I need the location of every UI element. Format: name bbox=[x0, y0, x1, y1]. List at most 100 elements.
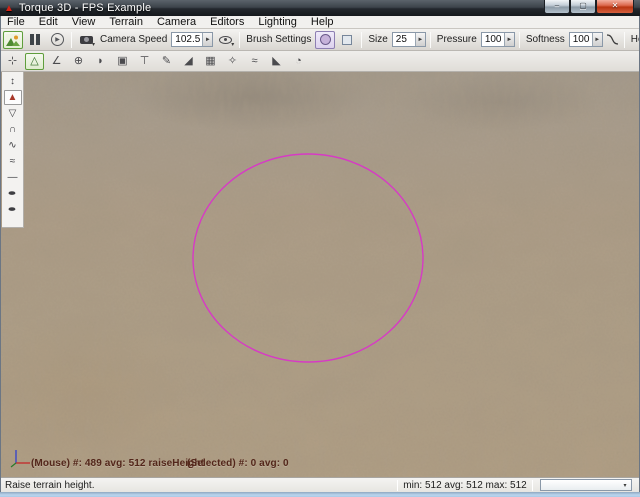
tool-clear-terrain[interactable]: ● bbox=[4, 202, 22, 217]
tool-terrain-editor[interactable]: △ bbox=[25, 53, 44, 70]
tool-datablock-editor[interactable]: ▣ bbox=[113, 53, 132, 70]
flatten-icon: ― bbox=[8, 173, 18, 183]
camera-speed-value[interactable]: 102.5 bbox=[172, 33, 202, 46]
camera-icon bbox=[80, 36, 93, 44]
size-value[interactable]: 25 bbox=[393, 33, 415, 46]
pressure-value[interactable]: 100 bbox=[482, 33, 504, 46]
minimize-button[interactable]: – bbox=[544, 0, 570, 14]
tool-particle-editor[interactable]: ✧ bbox=[223, 53, 242, 70]
torque-logo-icon: ▲ bbox=[4, 3, 14, 14]
pressure-label: Pressure bbox=[437, 34, 477, 45]
toolbar-separator bbox=[239, 32, 240, 48]
visibility-button[interactable]: ▾ bbox=[215, 31, 235, 49]
tool-set-height[interactable]: ● bbox=[4, 186, 22, 201]
tool-road-path-editor[interactable]: ◣ bbox=[267, 53, 286, 70]
window-controls: – ▢ ✕ bbox=[544, 0, 634, 14]
statusbar-separator bbox=[397, 480, 398, 491]
menu-item-edit[interactable]: Edit bbox=[32, 16, 65, 29]
tool-paint-noise[interactable]: ≈ bbox=[4, 154, 22, 169]
toolbar-separator bbox=[361, 32, 362, 48]
tool-river-editor[interactable]: ≈ bbox=[245, 53, 264, 70]
mesh-road-editor-icon: ◢ bbox=[184, 56, 192, 67]
tool-raise-height[interactable]: ▲ bbox=[4, 90, 22, 105]
eye-icon bbox=[219, 36, 232, 44]
menu-bar: File Edit View Terrain Camera Editors Li… bbox=[0, 16, 640, 29]
softness-curve-icon[interactable] bbox=[605, 33, 620, 46]
chevron-down-icon: ▾ bbox=[231, 42, 234, 48]
menu-item-view[interactable]: View bbox=[65, 16, 103, 29]
spinner-icon[interactable]: ► bbox=[592, 33, 602, 46]
window-left-edge bbox=[0, 16, 1, 492]
square-brush-button[interactable] bbox=[337, 31, 357, 49]
menu-item-file[interactable]: File bbox=[0, 16, 32, 29]
softness-input[interactable]: 100 ► bbox=[569, 32, 603, 47]
close-button[interactable]: ✕ bbox=[596, 0, 634, 14]
play-icon: ▶ bbox=[51, 33, 64, 46]
tool-terrain-painter[interactable]: ∠ bbox=[47, 53, 66, 70]
menu-item-editors[interactable]: Editors bbox=[203, 16, 251, 29]
sketch-tool-icon: ◗ bbox=[97, 56, 104, 67]
terrain-stats: min: 512 avg: 512 max: 512 bbox=[401, 480, 529, 491]
statusbar-dropdown[interactable]: ▾ bbox=[540, 479, 632, 491]
size-input[interactable]: 25 ► bbox=[392, 32, 426, 47]
toolbar-separator bbox=[71, 32, 72, 48]
paint-noise-icon: ≈ bbox=[10, 157, 16, 167]
terrain-viewport[interactable]: (Mouse) #: 489 avg: 512 raiseHeight (Sel… bbox=[1, 72, 639, 477]
tool-flatten[interactable]: ― bbox=[4, 170, 22, 185]
maximize-button[interactable]: ▢ bbox=[570, 0, 596, 14]
terrain-editor-icon: △ bbox=[30, 56, 38, 67]
lower-height-icon: ▽ bbox=[9, 109, 17, 119]
tool-sketch[interactable]: ◗ bbox=[91, 53, 110, 70]
tool-object-editor[interactable]: ⊹ bbox=[3, 53, 22, 70]
camera-menu-button[interactable]: ▾ bbox=[76, 31, 96, 49]
raise-height-icon: ▲ bbox=[8, 93, 18, 103]
object-editor-icon: ⊹ bbox=[8, 56, 17, 67]
tool-decal-editor[interactable]: ⊤ bbox=[135, 53, 154, 70]
tool-mesh-road-editor[interactable]: ◢ bbox=[179, 53, 198, 70]
tool-lower-height[interactable]: ▽ bbox=[4, 106, 22, 121]
tool-material-editor[interactable]: ⊕ bbox=[69, 53, 88, 70]
particle-editor-icon: ✧ bbox=[228, 56, 237, 67]
mission-area-editor-icon: ▦ bbox=[205, 56, 215, 67]
decal-editor-icon: ⊤ bbox=[140, 56, 150, 67]
menu-item-help[interactable]: Help bbox=[304, 16, 341, 29]
menu-item-lighting[interactable]: Lighting bbox=[251, 16, 304, 29]
world-editor-button[interactable] bbox=[3, 31, 23, 49]
camera-speed-label: Camera Speed bbox=[100, 34, 167, 45]
pressure-input[interactable]: 100 ► bbox=[481, 32, 515, 47]
title-bar[interactable]: ▲ Torque 3D - FPS Example – ▢ ✕ bbox=[0, 0, 640, 16]
selected-status-text: (Selected) #: 0 avg: 0 bbox=[187, 458, 289, 469]
road-path-editor-icon: ◣ bbox=[272, 56, 280, 67]
window-bottom-edge bbox=[0, 492, 640, 497]
landscape-icon bbox=[6, 34, 20, 46]
tool-shape-editor[interactable]: ◔ bbox=[289, 53, 308, 70]
terrain-painter-icon: ∠ bbox=[52, 56, 62, 67]
spinner-icon[interactable]: ► bbox=[415, 33, 425, 46]
circle-brush-icon bbox=[320, 34, 331, 45]
tool-forest-editor[interactable]: ✎ bbox=[157, 53, 176, 70]
grab-terrain-icon: ↕ bbox=[10, 77, 15, 87]
tool-grab-terrain[interactable]: ↕ bbox=[4, 74, 22, 89]
tool-smooth-slope[interactable]: ∿ bbox=[4, 138, 22, 153]
mouse-status-text: (Mouse) #: 489 avg: 512 raiseHeight bbox=[31, 458, 204, 469]
softness-value[interactable]: 100 bbox=[570, 33, 592, 46]
status-bar: Raise terrain height. min: 512 avg: 512 … bbox=[0, 477, 640, 492]
square-brush-icon bbox=[342, 35, 352, 45]
spinner-icon[interactable]: ► bbox=[504, 33, 514, 46]
circle-brush-button[interactable] bbox=[315, 31, 335, 49]
axis-gizmo-icon bbox=[9, 448, 33, 470]
camera-speed-input[interactable]: 102.5 ► bbox=[171, 32, 213, 47]
tool-smooth[interactable]: ∩ bbox=[4, 122, 22, 137]
menu-item-terrain[interactable]: Terrain bbox=[102, 16, 150, 29]
tool-mission-area-editor[interactable]: ▦ bbox=[201, 53, 220, 70]
terrain-texture bbox=[1, 72, 639, 477]
forest-editor-icon: ✎ bbox=[162, 56, 171, 67]
editors-toolbar: ⊹ △ ∠ ⊕ ◗ ▣ ⊤ ✎ ◢ ▦ ✧ ≈ ◣ ◔ bbox=[0, 51, 640, 72]
menu-item-camera[interactable]: Camera bbox=[150, 16, 203, 29]
window-title: Torque 3D - FPS Example bbox=[19, 2, 151, 14]
spinner-icon[interactable]: ► bbox=[202, 33, 212, 46]
size-label: Size bbox=[368, 34, 387, 45]
toggle-panels-button[interactable] bbox=[25, 31, 45, 49]
play-game-button[interactable]: ▶ bbox=[47, 31, 67, 49]
set-height-icon: ● bbox=[8, 189, 18, 198]
